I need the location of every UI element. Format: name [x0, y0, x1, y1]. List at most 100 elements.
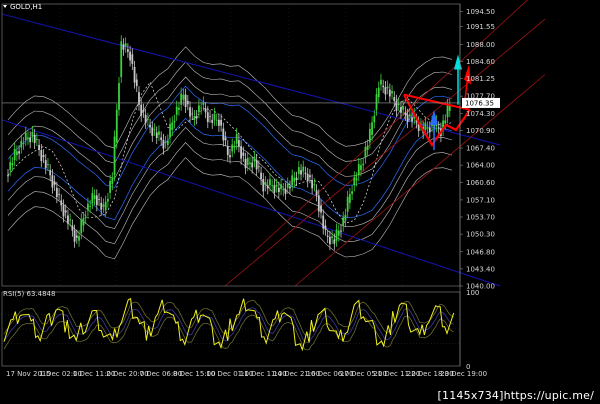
candle-body — [107, 198, 109, 202]
candle-body — [164, 141, 167, 143]
candle-body — [29, 137, 32, 143]
candle-body — [362, 163, 365, 166]
y-tick-label: 1084.60 — [466, 58, 495, 66]
candle-body — [80, 219, 83, 234]
candle-body — [304, 172, 307, 174]
candle-body — [113, 136, 116, 176]
y-tick-label: 1094.50 — [466, 8, 495, 16]
candle-body — [120, 41, 123, 78]
candle-body — [186, 100, 189, 105]
candle-body — [98, 199, 100, 200]
candle-body — [95, 195, 98, 206]
candle-body — [329, 236, 331, 245]
candle-body — [237, 139, 240, 147]
candle-body — [53, 181, 56, 185]
candle-body — [293, 177, 296, 182]
candle-body — [175, 106, 178, 115]
candle-body — [11, 163, 14, 166]
candle-body — [404, 112, 407, 115]
candle-body — [213, 113, 216, 120]
candle-body — [335, 229, 338, 241]
candle-body — [326, 235, 329, 237]
candle-body — [131, 54, 134, 64]
candle-body — [340, 230, 342, 232]
candle-body — [320, 205, 322, 213]
y-tick-label: 1088.00 — [466, 41, 495, 49]
candle-body — [273, 185, 276, 193]
candle-body — [269, 179, 271, 186]
candle-body — [397, 104, 400, 106]
candle-body — [411, 117, 413, 122]
candle-body — [158, 131, 160, 135]
candle-body — [40, 150, 43, 162]
candle-body — [171, 122, 174, 130]
candle-body — [291, 175, 294, 186]
candle-body — [67, 215, 69, 224]
y-tick-label: 1046.80 — [466, 248, 495, 256]
candle-body — [402, 106, 405, 110]
candle-body — [178, 107, 180, 110]
candle-body — [42, 155, 45, 158]
candle-body — [24, 132, 27, 140]
candle-body — [317, 195, 320, 212]
candle-body — [360, 165, 362, 171]
candle-body — [184, 94, 187, 107]
candle-body — [47, 164, 49, 166]
candle-body — [315, 190, 318, 196]
price-chart: 1094.501091.551088.001084.601081.251077.… — [0, 0, 600, 404]
y-tick-label: 1057.10 — [466, 196, 495, 204]
candle-body — [333, 239, 336, 244]
candle-body — [206, 112, 209, 123]
y-tick-label: 1064.00 — [466, 162, 495, 170]
candle-body — [277, 187, 280, 193]
candle-body — [153, 129, 156, 131]
candle-body — [395, 100, 398, 111]
candle-body — [146, 118, 149, 120]
candle-body — [284, 189, 287, 194]
candle-body — [302, 166, 305, 172]
candle-body — [82, 218, 85, 226]
candle-body — [337, 230, 340, 236]
candle-body — [309, 175, 311, 178]
candle-body — [75, 235, 78, 238]
candle-body — [115, 109, 118, 143]
candle-body — [151, 127, 154, 136]
candle-body — [366, 145, 369, 151]
candle-body — [266, 185, 269, 189]
y-tick-label: 1074.30 — [466, 110, 495, 118]
candle-body — [44, 160, 47, 169]
candle-body — [282, 189, 285, 191]
y-tick-label: 1053.70 — [466, 214, 495, 222]
candle-body — [27, 137, 29, 139]
candle-body — [406, 114, 409, 123]
candle-body — [424, 122, 427, 130]
candle-body — [260, 172, 262, 179]
candle-body — [364, 147, 367, 158]
candle-body — [224, 137, 227, 141]
candle-body — [311, 180, 314, 189]
candle-body — [264, 182, 267, 186]
candle-body — [173, 120, 176, 123]
candle-body — [13, 149, 16, 161]
candle-body — [342, 217, 345, 226]
candle-body — [371, 122, 373, 135]
candle-body — [226, 146, 229, 156]
candle-body — [22, 142, 25, 144]
candle-body — [357, 164, 360, 176]
candle-body — [437, 127, 440, 129]
candle-body — [33, 134, 36, 143]
candle-body — [182, 94, 185, 100]
candle-body — [162, 139, 165, 149]
candle-body — [160, 137, 163, 140]
candle-body — [324, 225, 327, 230]
candle-body — [271, 185, 274, 187]
candle-body — [331, 236, 334, 239]
candle-body — [218, 119, 220, 126]
y-tick-label: 1081.25 — [466, 75, 495, 83]
candle-body — [280, 184, 282, 190]
candle-body — [235, 133, 238, 144]
candle-body — [102, 204, 105, 207]
candle-body — [149, 124, 151, 128]
candle-body — [9, 162, 12, 171]
rsi-tick-label: 100 — [466, 289, 479, 297]
